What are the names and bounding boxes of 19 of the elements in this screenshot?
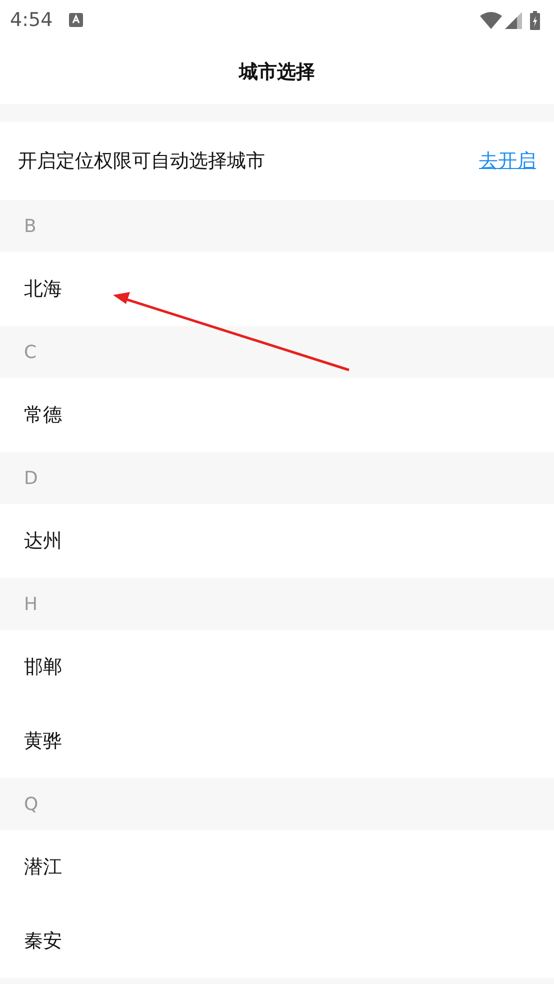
city-name[interactable]: 达州 (24, 526, 62, 556)
city-name[interactable]: 潜江 (24, 852, 62, 882)
city-name[interactable]: 黄骅 (24, 726, 62, 756)
page-title: 城市选择 (239, 60, 315, 85)
battery-icon (530, 10, 540, 30)
city-name[interactable]: 常德 (24, 400, 62, 430)
signal-icon (505, 12, 522, 28)
section-letter: H (24, 592, 38, 616)
clock-time: 4:54 (10, 8, 53, 33)
keyboard-notification-icon (68, 13, 83, 27)
section-letter: Q (24, 792, 38, 816)
wifi-icon (480, 12, 502, 28)
city-name[interactable]: 邯郸 (24, 652, 62, 682)
city-name[interactable]: 北海 (24, 274, 62, 304)
section-letter: B (24, 214, 36, 238)
location-permission-text: 开启定位权限可自动选择城市 (18, 148, 265, 174)
section-letter: D (24, 466, 38, 490)
section-letter: C (24, 340, 37, 364)
city-name[interactable]: 秦安 (24, 926, 62, 956)
